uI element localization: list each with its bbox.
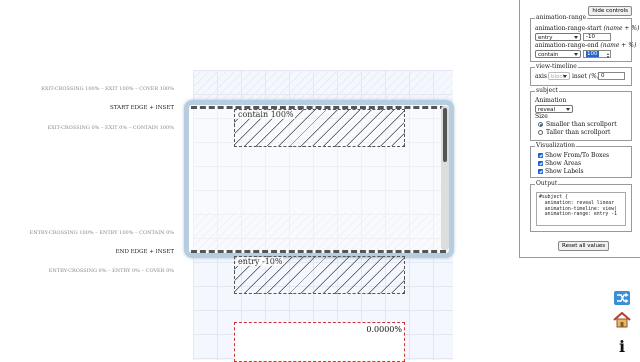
size-smaller-label[interactable]: Smaller than scrollport — [546, 121, 617, 128]
subject-box-contain: contain 100% — [234, 109, 405, 147]
range-start-label: animation-range-start (name + %) — [535, 25, 640, 32]
end-edge-line — [191, 250, 446, 253]
axis-label: axis — [535, 73, 547, 80]
subject-label-contain: contain 100% — [237, 110, 295, 119]
reset-all-button[interactable]: Reset all values — [558, 241, 610, 251]
home-icon[interactable] — [612, 310, 632, 330]
label-start-edge: START EDGE + INSET — [110, 105, 174, 111]
animation-range-legend: animation-range — [535, 14, 588, 21]
label-exit-crossing-cover: EXIT-CROSSING 100% – EXIT 100% – COVER 1… — [41, 86, 174, 92]
info-icon[interactable]: i — [612, 336, 632, 356]
range-end-percent-input[interactable]: 100 ▴ ▾ — [583, 50, 611, 59]
progress-value: 0.0000% — [366, 325, 402, 334]
show-labels-label[interactable]: Show Labels — [545, 168, 584, 175]
show-areas-checkbox[interactable] — [538, 161, 543, 166]
show-areas-label[interactable]: Show Areas — [545, 160, 581, 167]
view-timeline-legend: view-timeline — [535, 63, 578, 70]
range-end-label: animation-range-end (name + %) — [535, 42, 637, 49]
subject-label-entry: entry -10% — [237, 257, 284, 266]
show-boxes-checkbox[interactable] — [538, 153, 543, 158]
show-boxes-label[interactable]: Show From/To Boxes — [545, 152, 609, 159]
scrollbar-thumb[interactable] — [443, 108, 447, 162]
range-end-name-select[interactable]: contain — [535, 50, 581, 58]
size-smaller-radio[interactable] — [538, 122, 543, 127]
animation-select[interactable]: reveal — [535, 105, 573, 113]
label-entry-crossing-contain: ENTRY-CROSSING 100% – ENTRY 100% – CONTA… — [29, 230, 174, 236]
animation-label: Animation — [535, 97, 567, 104]
progress-box: 0.0000% — [234, 322, 405, 362]
inset-label: inset (%) — [572, 73, 600, 80]
hide-controls-button[interactable]: hide controls — [588, 6, 632, 16]
axis-select[interactable]: block — [548, 72, 570, 80]
output-legend: Output — [535, 180, 559, 187]
range-end-percent-value: 100 — [586, 51, 599, 57]
spinner-icon[interactable]: ▴ ▾ — [607, 52, 609, 59]
label-exit-crossing-contain: EXIT-CROSSING 0% – EXIT 0% – CONTAIN 100… — [47, 125, 175, 131]
show-labels-checkbox[interactable] — [538, 169, 543, 174]
label-entry-crossing-cover: ENTRY-CROSSING 0% – ENTRY 0% – COVER 0% — [48, 268, 174, 274]
range-start-name-select[interactable]: entry — [535, 33, 581, 41]
shuffle-icon[interactable] — [612, 288, 632, 308]
inset-input[interactable]: 0 — [598, 72, 625, 80]
exit-area-band — [193, 70, 453, 104]
subject-legend: subject — [535, 87, 559, 94]
visualization-legend: Visualization — [535, 142, 577, 149]
size-taller-radio[interactable] — [538, 130, 543, 135]
subject-box-entry: entry -10% — [234, 256, 405, 294]
range-start-percent-input[interactable]: -10 — [583, 33, 611, 41]
size-taller-label[interactable]: Taller than scrollport — [546, 129, 610, 136]
output-code[interactable]: #subject { animation: reveal linear anim… — [536, 192, 626, 226]
size-label: Size — [535, 113, 548, 120]
info-glyph: i — [618, 336, 626, 356]
label-end-edge: END EDGE + INSET — [115, 249, 174, 255]
